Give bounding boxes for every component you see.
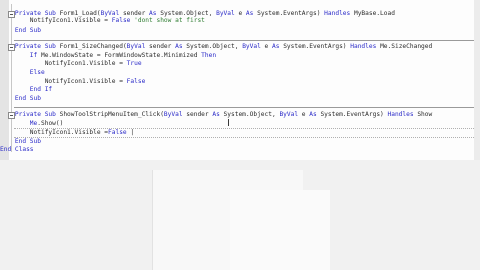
method-separator — [14, 107, 480, 108]
code-keyword: As — [245, 10, 258, 17]
code-keyword: If — [0, 52, 41, 59]
code-keyword: Private Sub — [0, 43, 60, 50]
code-keyword: False — [126, 78, 146, 85]
code-text: NotifyIcon1.Visible = — [0, 60, 127, 67]
code-keyword: Else — [0, 69, 45, 76]
code-text: Me.WindowState = FormWindowState.Minimiz… — [40, 52, 202, 59]
code-keyword: End Class — [0, 146, 34, 153]
code-line[interactable]: End Sub — [0, 26, 41, 36]
code-text: System.EventArgs) — [257, 10, 325, 17]
code-text: NotifyIcon1.Visible = — [0, 17, 112, 24]
code-keyword: End Sub — [0, 27, 41, 34]
code-text: System.EventArgs) — [283, 43, 351, 50]
code-keyword: False — [108, 129, 127, 136]
code-keyword: Handles — [350, 43, 381, 50]
code-line[interactable]: End Class — [0, 145, 34, 155]
code-keyword: ByVal — [163, 111, 187, 118]
code-text: Show — [417, 111, 433, 118]
code-keyword: False — [111, 17, 135, 24]
code-keyword: End Sub — [0, 95, 41, 102]
code-keyword: Then — [201, 52, 217, 59]
text-cursor-icon: I — [227, 118, 230, 129]
code-text: Form1_SizeChanged( — [59, 43, 127, 50]
method-separator — [14, 40, 480, 41]
screen: Private Sub Form1_Load(ByVal sender As S… — [0, 0, 480, 270]
code-keyword: ByVal — [126, 43, 150, 50]
code-keyword: ByVal — [242, 43, 265, 50]
code-text: NotifyIcon1.Visible = — [0, 78, 127, 85]
code-text: NotifyIcon1.Visible = — [0, 129, 109, 136]
code-keyword: ByVal — [216, 10, 239, 17]
code-text: | — [126, 129, 135, 136]
code-line[interactable]: End Sub — [0, 94, 41, 104]
code-text: sender — [149, 43, 176, 50]
code-keyword: As — [175, 43, 187, 50]
code-comment: 'dont show at first — [134, 17, 205, 24]
code-keyword: True — [126, 60, 142, 67]
code-keyword: ByVal — [279, 111, 302, 118]
code-text: MyBase.Load — [353, 10, 395, 17]
code-keyword: Private Sub — [0, 111, 60, 118]
code-line[interactable]: NotifyIcon1.Visible = False 'dont show a… — [0, 16, 205, 26]
code-text: System.Object, — [186, 43, 243, 50]
code-text: e — [264, 43, 272, 50]
code-keyword: End Sub — [0, 138, 41, 145]
code-keyword: Me — [0, 120, 38, 127]
background-window — [230, 190, 330, 270]
code-keyword: Handles — [387, 111, 418, 118]
code-keyword: End If — [0, 86, 53, 93]
code-keyword: As — [272, 43, 284, 50]
vertical-scrollbar[interactable] — [474, 0, 480, 160]
code-text: .Show() — [37, 120, 64, 127]
code-text: sender — [186, 111, 213, 118]
code-keyword: As — [309, 111, 321, 118]
code-keyword: As — [212, 111, 224, 118]
code-line[interactable]: Private Sub ShowToolStripMenuItem_Click(… — [0, 110, 432, 120]
code-text: ShowToolStripMenuItem_Click( — [59, 111, 164, 118]
code-text: System.EventArgs) — [320, 111, 388, 118]
code-keyword: Handles — [324, 10, 354, 17]
code-text: Me.SizeChanged — [380, 43, 433, 50]
code-text: System.Object, — [223, 111, 280, 118]
code-text: e — [238, 10, 246, 17]
code-editor[interactable]: Private Sub Form1_Load(ByVal sender As S… — [0, 0, 480, 160]
